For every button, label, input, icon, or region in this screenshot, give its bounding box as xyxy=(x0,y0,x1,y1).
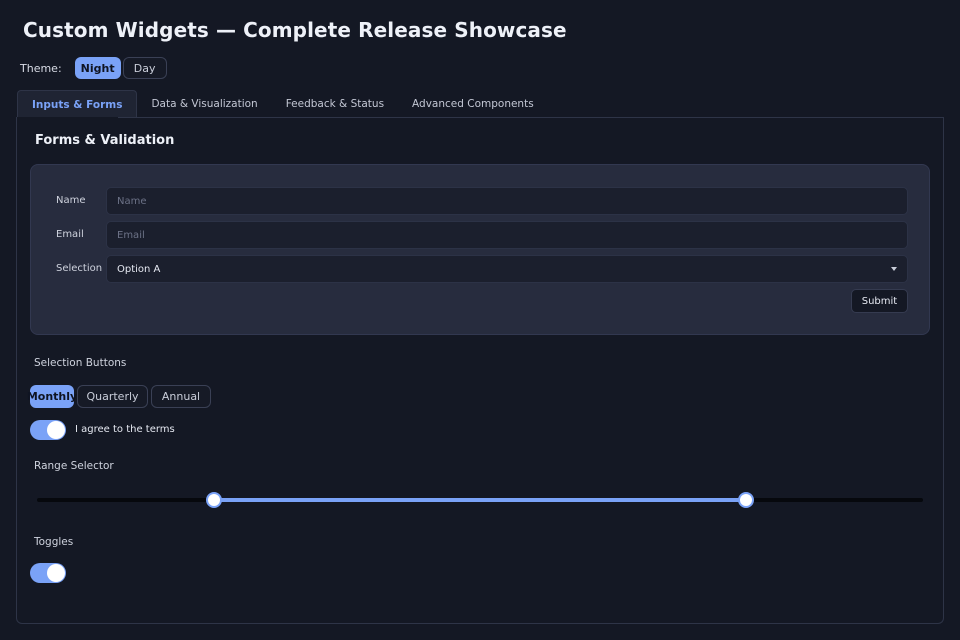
selection-value: Option A xyxy=(117,263,161,275)
theme-switcher: Theme: Night Day xyxy=(20,57,167,79)
chevron-down-icon xyxy=(891,267,897,271)
tab-divider xyxy=(118,117,480,118)
selection-buttons-heading: Selection Buttons xyxy=(34,357,127,369)
tab-feedback-status[interactable]: Feedback & Status xyxy=(272,90,398,118)
agree-toggle[interactable] xyxy=(30,420,66,440)
tab-bar: Inputs & Forms Data & Visualization Feed… xyxy=(17,90,548,118)
panel-border xyxy=(480,117,944,118)
email-label: Email xyxy=(56,229,84,240)
submit-button[interactable]: Submit xyxy=(851,289,908,313)
range-track[interactable] xyxy=(37,498,923,502)
theme-label: Theme: xyxy=(20,61,62,75)
period-selector: Monthly Quarterly Annual xyxy=(27,385,214,408)
range-selector-heading: Range Selector xyxy=(34,460,114,472)
email-field[interactable] xyxy=(106,221,908,249)
tab-inputs-forms[interactable]: Inputs & Forms xyxy=(17,90,138,118)
theme-day-button[interactable]: Day xyxy=(122,57,167,79)
quarterly-button[interactable]: Quarterly xyxy=(77,385,148,408)
name-label: Name xyxy=(56,195,86,206)
selection-label: Selection xyxy=(56,263,103,274)
toggle-knob xyxy=(47,421,65,439)
toggle-knob xyxy=(47,564,65,582)
tab-advanced-components[interactable]: Advanced Components xyxy=(398,90,548,118)
range-fill xyxy=(214,498,746,502)
theme-night-button[interactable]: Night xyxy=(74,57,121,79)
agree-label: I agree to the terms xyxy=(75,424,175,435)
feature-toggle[interactable] xyxy=(30,563,66,583)
name-field[interactable] xyxy=(106,187,908,215)
toggles-heading: Toggles xyxy=(34,536,74,548)
range-high-handle[interactable] xyxy=(737,492,754,508)
forms-section-title: Forms & Validation xyxy=(35,133,175,148)
monthly-button[interactable]: Monthly xyxy=(27,385,77,408)
annual-button[interactable]: Annual xyxy=(151,385,211,408)
page-title: Custom Widgets — Complete Release Showca… xyxy=(23,18,567,42)
selection-dropdown[interactable]: Option A xyxy=(106,255,908,283)
tab-data-visualization[interactable]: Data & Visualization xyxy=(137,90,271,118)
